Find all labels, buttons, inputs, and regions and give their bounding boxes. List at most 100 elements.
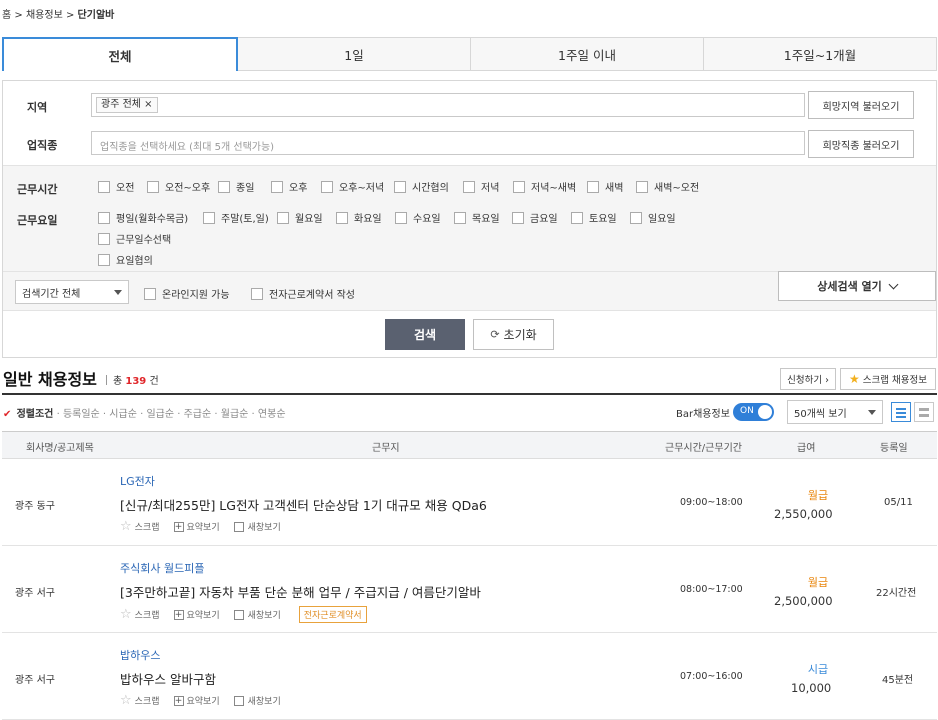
summary-button[interactable]: + 요약보기	[173, 520, 220, 533]
sort-option[interactable]: 시급순	[109, 409, 137, 420]
new-window-button[interactable]: 새창보기	[233, 608, 281, 621]
load-region-button[interactable]: 희망지역 불러오기	[808, 91, 914, 119]
chevron-down-icon	[114, 290, 122, 295]
tab-1month[interactable]: 1주일~1개월	[704, 37, 937, 70]
count-prefix: 총	[113, 376, 123, 387]
day-option[interactable]: 수요일	[395, 210, 441, 225]
per-page-value: 50개씩 보기	[794, 408, 847, 420]
apply-button[interactable]: 신청하기 ›	[780, 368, 836, 390]
star-icon: ★	[849, 372, 860, 386]
load-job-button[interactable]: 희망직종 불러오기	[808, 130, 914, 158]
day-option[interactable]: 토요일	[571, 210, 617, 225]
summary-button[interactable]: + 요약보기	[173, 608, 220, 621]
day-option[interactable]: 평일(월화수목금)	[98, 210, 188, 225]
region-input[interactable]: 광주 전체 ×	[91, 93, 805, 117]
sort-option[interactable]: 일급순	[146, 409, 174, 420]
day-option[interactable]: 목요일	[454, 210, 500, 225]
row-company[interactable]: 주식회사 월드피플	[120, 560, 204, 576]
column-header: 근무지	[372, 443, 400, 454]
column-header: 등록일	[880, 443, 908, 454]
time-option[interactable]: 오전	[98, 179, 134, 194]
row-actions: ☆ 스크랩 + 요약보기 새창보기	[120, 693, 295, 708]
refresh-icon: ⟳	[490, 328, 500, 341]
breadcrumb-sep: >	[65, 10, 75, 21]
new-window-button[interactable]: 새창보기	[233, 694, 281, 707]
time-option[interactable]: 오후	[271, 179, 307, 194]
divider	[2, 393, 937, 395]
time-option[interactable]: 새벽	[587, 179, 623, 194]
plus-icon: +	[173, 695, 184, 706]
summary-button[interactable]: + 요약보기	[173, 694, 220, 707]
time-option[interactable]: 오전~오후	[147, 179, 210, 194]
breadcrumb-home[interactable]: 홈	[2, 10, 11, 21]
row-company[interactable]: 밥하우스	[120, 647, 160, 663]
job-placeholder: 업직종을 선택하세요 (최대 5개 선택가능)	[100, 142, 275, 153]
period-select-value: 검색기간 전체	[22, 288, 81, 300]
plus-icon: +	[173, 609, 184, 620]
time-option[interactable]: 종일	[218, 179, 254, 194]
sort-active[interactable]: 정렬조건	[17, 409, 54, 420]
table-row[interactable]: 광주 서구 밥하우스 밥하우스 알바구함 ☆ 스크랩 + 요약보기 새창보기 07:…	[2, 633, 937, 720]
job-label: 업직종	[27, 139, 58, 152]
detail-search-button[interactable]: 상세검색 열기	[778, 271, 936, 301]
row-company[interactable]: LG전자	[120, 473, 155, 489]
day-option[interactable]: 금요일	[512, 210, 558, 225]
table-row[interactable]: 광주 서구 주식회사 월드피플 [3주만하고끝] 자동차 부품 단순 분해 업무…	[2, 546, 937, 633]
tab-1week[interactable]: 1주일 이내	[471, 37, 704, 70]
scrap-button[interactable]: ☆ 스크랩	[120, 519, 160, 534]
sort-option[interactable]: 월급순	[221, 409, 249, 420]
job-input[interactable]: 업직종을 선택하세요 (최대 5개 선택가능)	[91, 131, 805, 155]
tab-all[interactable]: 전체	[2, 37, 238, 71]
time-option[interactable]: 새벽~오전	[636, 179, 699, 194]
row-title[interactable]: [3주만하고끝] 자동차 부품 단순 분해 업무 / 주급지급 / 여름단기알바	[120, 582, 481, 601]
day-option[interactable]: 주말(토,일)	[203, 210, 269, 225]
search-button[interactable]: 검색	[385, 319, 465, 350]
day-option[interactable]: 월요일	[277, 210, 323, 225]
row-title[interactable]: 밥하우스 알바구함	[120, 669, 216, 688]
tab-1day[interactable]: 1일	[238, 37, 471, 70]
compact-view-icon[interactable]	[914, 402, 934, 422]
day-option[interactable]: 화요일	[336, 210, 382, 225]
row-location: 광주 서구	[15, 675, 55, 686]
plus-icon: +	[173, 521, 184, 532]
econtract-checkbox[interactable]: 전자근로계약서 작성	[251, 286, 355, 301]
time-option[interactable]: 시간협의	[394, 179, 449, 194]
table-row[interactable]: 광주 동구 LG전자 [신규/최대255만] LG전자 고객센터 단순상담 1기…	[2, 459, 937, 546]
list-title: 일반 채용정보	[3, 370, 97, 389]
time-label: 근무시간	[17, 183, 58, 196]
new-window-button[interactable]: 새창보기	[233, 520, 281, 533]
list-view-icon[interactable]	[891, 402, 911, 422]
region-chip[interactable]: 광주 전체 ×	[96, 97, 158, 113]
sort-option[interactable]: 주급순	[184, 409, 212, 420]
workdays-select-option[interactable]: 근무일수선택	[98, 231, 171, 246]
breadcrumb-current: 단기알바	[77, 10, 115, 21]
row-date: 05/11	[884, 497, 913, 508]
bar-view-toggle[interactable]: ON	[733, 403, 774, 421]
online-apply-checkbox[interactable]: 온라인지원 가능	[144, 286, 230, 301]
star-outline-icon: ☆	[120, 607, 132, 622]
row-work-time: 09:00~18:00	[680, 497, 743, 508]
time-option[interactable]: 저녁	[463, 179, 499, 194]
new-window-icon	[233, 695, 244, 706]
scrap-button[interactable]: ☆ 스크랩	[120, 607, 160, 622]
time-option[interactable]: 저녁~새벽	[513, 179, 576, 194]
scrap-list-button[interactable]: ★ 스크랩 채용정보	[840, 368, 936, 390]
scrap-list-label: 스크랩 채용정보	[862, 375, 927, 386]
row-work-time: 07:00~16:00	[680, 671, 743, 682]
period-select[interactable]: 검색기간 전체	[15, 280, 129, 304]
row-date: 45분전	[882, 675, 914, 686]
new-window-icon	[233, 521, 244, 532]
breadcrumb-item-jobs[interactable]: 채용정보	[26, 10, 63, 21]
row-title[interactable]: [신규/최대255만] LG전자 고객센터 단순상담 1기 대규모 채용 QDa…	[120, 495, 487, 514]
sort-option[interactable]: 등록일순	[63, 409, 100, 420]
sort-option[interactable]: 연봉순	[258, 409, 286, 420]
day-option[interactable]: 일요일	[630, 210, 676, 225]
day-negotiable-option[interactable]: 요일협의	[98, 252, 153, 267]
time-option[interactable]: 오후~저녁	[321, 179, 384, 194]
chevron-down-icon	[888, 279, 899, 289]
divider	[3, 165, 936, 166]
scrap-button[interactable]: ☆ 스크랩	[120, 693, 160, 708]
reset-button[interactable]: ⟳ 초기화	[473, 319, 554, 350]
chevron-down-icon	[868, 410, 876, 415]
per-page-select[interactable]: 50개씩 보기	[787, 400, 883, 424]
